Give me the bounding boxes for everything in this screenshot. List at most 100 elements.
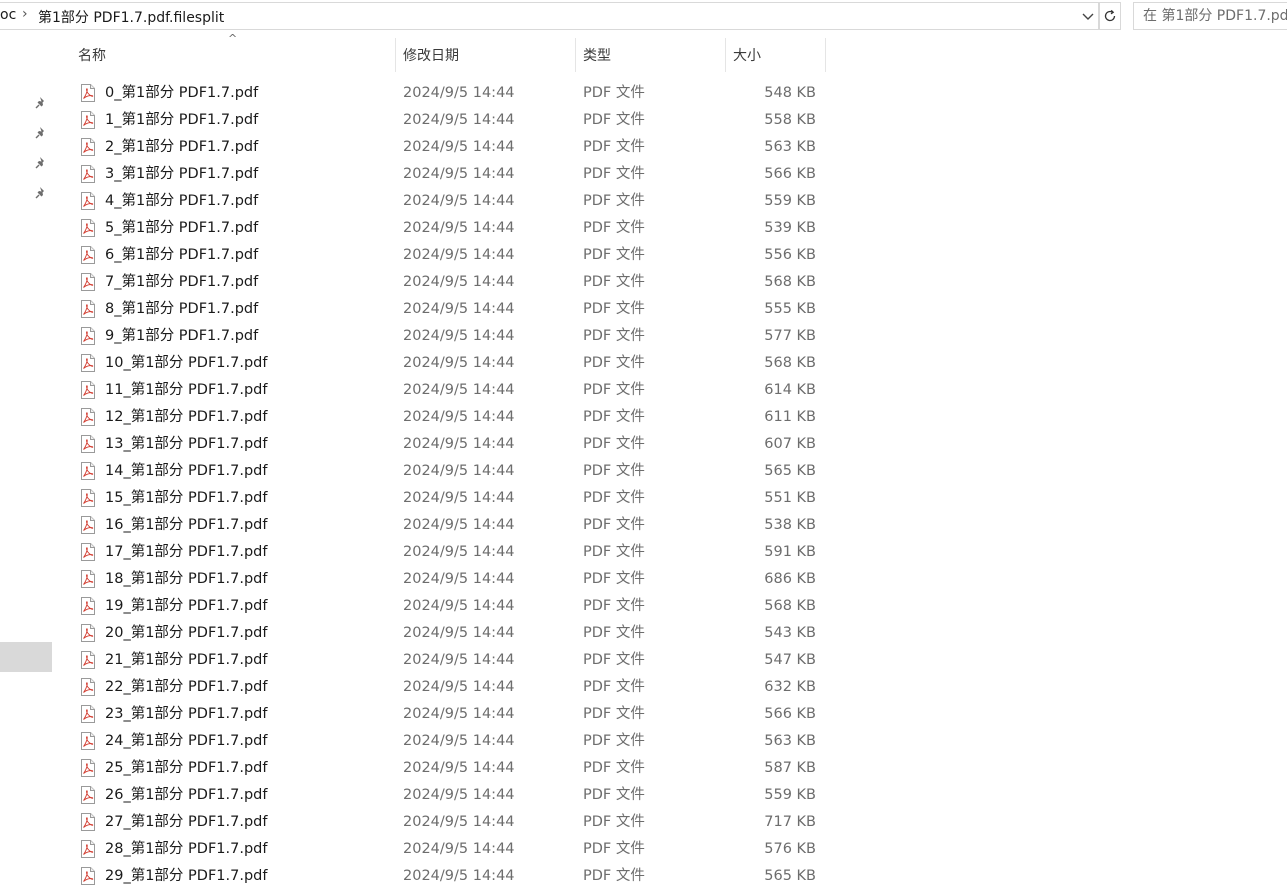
pdf-file-icon xyxy=(80,782,98,809)
file-row[interactable]: 12_第1部分 PDF1.7.pdf 2024/9/5 14:44 PDF 文件… xyxy=(70,404,830,431)
column-divider[interactable] xyxy=(825,38,826,72)
file-row[interactable]: 24_第1部分 PDF1.7.pdf 2024/9/5 14:44 PDF 文件… xyxy=(70,728,830,755)
nav-selected-item[interactable] xyxy=(0,642,52,672)
file-row[interactable]: 28_第1部分 PDF1.7.pdf 2024/9/5 14:44 PDF 文件… xyxy=(70,836,830,863)
file-modified-date: 2024/9/5 14:44 xyxy=(403,544,515,560)
pdf-file-icon xyxy=(80,377,98,404)
file-row[interactable]: 5_第1部分 PDF1.7.pdf 2024/9/5 14:44 PDF 文件 … xyxy=(70,215,830,242)
column-header-size-label: 大小 xyxy=(733,48,761,64)
file-type: PDF 文件 xyxy=(583,517,645,533)
file-row[interactable]: 19_第1部分 PDF1.7.pdf 2024/9/5 14:44 PDF 文件… xyxy=(70,593,830,620)
file-modified-date: 2024/9/5 14:44 xyxy=(403,301,515,317)
file-size: 577 KB xyxy=(764,328,816,344)
file-row[interactable]: 7_第1部分 PDF1.7.pdf 2024/9/5 14:44 PDF 文件 … xyxy=(70,269,830,296)
file-row[interactable]: 21_第1部分 PDF1.7.pdf 2024/9/5 14:44 PDF 文件… xyxy=(70,647,830,674)
file-row[interactable]: 16_第1部分 PDF1.7.pdf 2024/9/5 14:44 PDF 文件… xyxy=(70,512,830,539)
file-size: 551 KB xyxy=(764,490,816,506)
file-size: 568 KB xyxy=(764,355,816,371)
file-row[interactable]: 26_第1部分 PDF1.7.pdf 2024/9/5 14:44 PDF 文件… xyxy=(70,782,830,809)
file-row[interactable]: 27_第1部分 PDF1.7.pdf 2024/9/5 14:44 PDF 文件… xyxy=(70,809,830,836)
file-row[interactable]: 1_第1部分 PDF1.7.pdf 2024/9/5 14:44 PDF 文件 … xyxy=(70,107,830,134)
file-row[interactable]: 0_第1部分 PDF1.7.pdf 2024/9/5 14:44 PDF 文件 … xyxy=(70,80,830,107)
address-bar[interactable]: oc › 第1部分 PDF1.7.pdf.filesplit xyxy=(0,2,1099,30)
file-row[interactable]: 4_第1部分 PDF1.7.pdf 2024/9/5 14:44 PDF 文件 … xyxy=(70,188,830,215)
file-row[interactable]: 13_第1部分 PDF1.7.pdf 2024/9/5 14:44 PDF 文件… xyxy=(70,431,830,458)
pdf-file-icon xyxy=(80,161,98,188)
refresh-button[interactable] xyxy=(1099,2,1121,30)
file-modified-date: 2024/9/5 14:44 xyxy=(403,85,515,101)
breadcrumb-current-folder[interactable]: 第1部分 PDF1.7.pdf.filesplit xyxy=(38,7,224,27)
file-modified-date: 2024/9/5 14:44 xyxy=(403,571,515,587)
file-name: 16_第1部分 PDF1.7.pdf xyxy=(105,517,268,533)
file-name: 9_第1部分 PDF1.7.pdf xyxy=(105,328,259,344)
file-size: 632 KB xyxy=(764,679,816,695)
file-row[interactable]: 14_第1部分 PDF1.7.pdf 2024/9/5 14:44 PDF 文件… xyxy=(70,458,830,485)
file-type: PDF 文件 xyxy=(583,85,645,101)
file-size: 686 KB xyxy=(764,571,816,587)
file-modified-date: 2024/9/5 14:44 xyxy=(403,733,515,749)
file-row[interactable]: 10_第1部分 PDF1.7.pdf 2024/9/5 14:44 PDF 文件… xyxy=(70,350,830,377)
file-modified-date: 2024/9/5 14:44 xyxy=(403,139,515,155)
file-type: PDF 文件 xyxy=(583,625,645,641)
file-size: 587 KB xyxy=(764,760,816,776)
file-row[interactable]: 11_第1部分 PDF1.7.pdf 2024/9/5 14:44 PDF 文件… xyxy=(70,377,830,404)
file-type: PDF 文件 xyxy=(583,301,645,317)
file-size: 558 KB xyxy=(764,112,816,128)
file-modified-date: 2024/9/5 14:44 xyxy=(403,112,515,128)
file-name: 26_第1部分 PDF1.7.pdf xyxy=(105,787,268,803)
file-name: 13_第1部分 PDF1.7.pdf xyxy=(105,436,268,452)
file-name: 21_第1部分 PDF1.7.pdf xyxy=(105,652,268,668)
file-row[interactable]: 3_第1部分 PDF1.7.pdf 2024/9/5 14:44 PDF 文件 … xyxy=(70,161,830,188)
file-type: PDF 文件 xyxy=(583,355,645,371)
column-header-name-label: 名称 xyxy=(78,48,106,64)
file-type: PDF 文件 xyxy=(583,706,645,722)
column-header-type[interactable]: 类型 xyxy=(575,38,725,72)
breadcrumb-chevron-icon[interactable]: › xyxy=(22,6,28,22)
column-header-name[interactable]: 名称 xyxy=(70,38,395,72)
file-row[interactable]: 6_第1部分 PDF1.7.pdf 2024/9/5 14:44 PDF 文件 … xyxy=(70,242,830,269)
file-type: PDF 文件 xyxy=(583,598,645,614)
file-name: 15_第1部分 PDF1.7.pdf xyxy=(105,490,268,506)
column-header-size[interactable]: 大小 xyxy=(725,38,825,72)
file-modified-date: 2024/9/5 14:44 xyxy=(403,706,515,722)
file-name: 24_第1部分 PDF1.7.pdf xyxy=(105,733,268,749)
search-input[interactable] xyxy=(1134,3,1287,29)
pdf-file-icon xyxy=(80,296,98,323)
pdf-file-icon xyxy=(80,566,98,593)
file-name: 12_第1部分 PDF1.7.pdf xyxy=(105,409,268,425)
file-row[interactable]: 8_第1部分 PDF1.7.pdf 2024/9/5 14:44 PDF 文件 … xyxy=(70,296,830,323)
pdf-file-icon xyxy=(80,539,98,566)
pin-icon xyxy=(35,97,44,109)
navigation-pane xyxy=(0,34,60,895)
chevron-down-icon[interactable] xyxy=(1078,5,1098,29)
file-name: 7_第1部分 PDF1.7.pdf xyxy=(105,274,259,290)
file-size: 563 KB xyxy=(764,733,816,749)
column-header-modified[interactable]: 修改日期 xyxy=(395,38,575,72)
search-box[interactable] xyxy=(1133,2,1287,30)
file-type: PDF 文件 xyxy=(583,166,645,182)
file-row[interactable]: 29_第1部分 PDF1.7.pdf 2024/9/5 14:44 PDF 文件… xyxy=(70,863,830,890)
pdf-file-icon xyxy=(80,431,98,458)
file-modified-date: 2024/9/5 14:44 xyxy=(403,193,515,209)
file-type: PDF 文件 xyxy=(583,733,645,749)
file-modified-date: 2024/9/5 14:44 xyxy=(403,490,515,506)
file-row[interactable]: 2_第1部分 PDF1.7.pdf 2024/9/5 14:44 PDF 文件 … xyxy=(70,134,830,161)
file-row[interactable]: 18_第1部分 PDF1.7.pdf 2024/9/5 14:44 PDF 文件… xyxy=(70,566,830,593)
pdf-file-icon xyxy=(80,674,98,701)
pdf-file-icon xyxy=(80,134,98,161)
file-row[interactable]: 25_第1部分 PDF1.7.pdf 2024/9/5 14:44 PDF 文件… xyxy=(70,755,830,782)
file-type: PDF 文件 xyxy=(583,328,645,344)
file-type: PDF 文件 xyxy=(583,274,645,290)
file-row[interactable]: 20_第1部分 PDF1.7.pdf 2024/9/5 14:44 PDF 文件… xyxy=(70,620,830,647)
file-row[interactable]: 9_第1部分 PDF1.7.pdf 2024/9/5 14:44 PDF 文件 … xyxy=(70,323,830,350)
file-list: 0_第1部分 PDF1.7.pdf 2024/9/5 14:44 PDF 文件 … xyxy=(70,80,830,890)
file-row[interactable]: 17_第1部分 PDF1.7.pdf 2024/9/5 14:44 PDF 文件… xyxy=(70,539,830,566)
file-row[interactable]: 23_第1部分 PDF1.7.pdf 2024/9/5 14:44 PDF 文件… xyxy=(70,701,830,728)
file-row[interactable]: 15_第1部分 PDF1.7.pdf 2024/9/5 14:44 PDF 文件… xyxy=(70,485,830,512)
breadcrumb-parent[interactable]: oc xyxy=(0,7,16,23)
pin-icon xyxy=(35,157,44,169)
file-type: PDF 文件 xyxy=(583,571,645,587)
file-row[interactable]: 22_第1部分 PDF1.7.pdf 2024/9/5 14:44 PDF 文件… xyxy=(70,674,830,701)
pdf-file-icon xyxy=(80,620,98,647)
pdf-file-icon xyxy=(80,755,98,782)
